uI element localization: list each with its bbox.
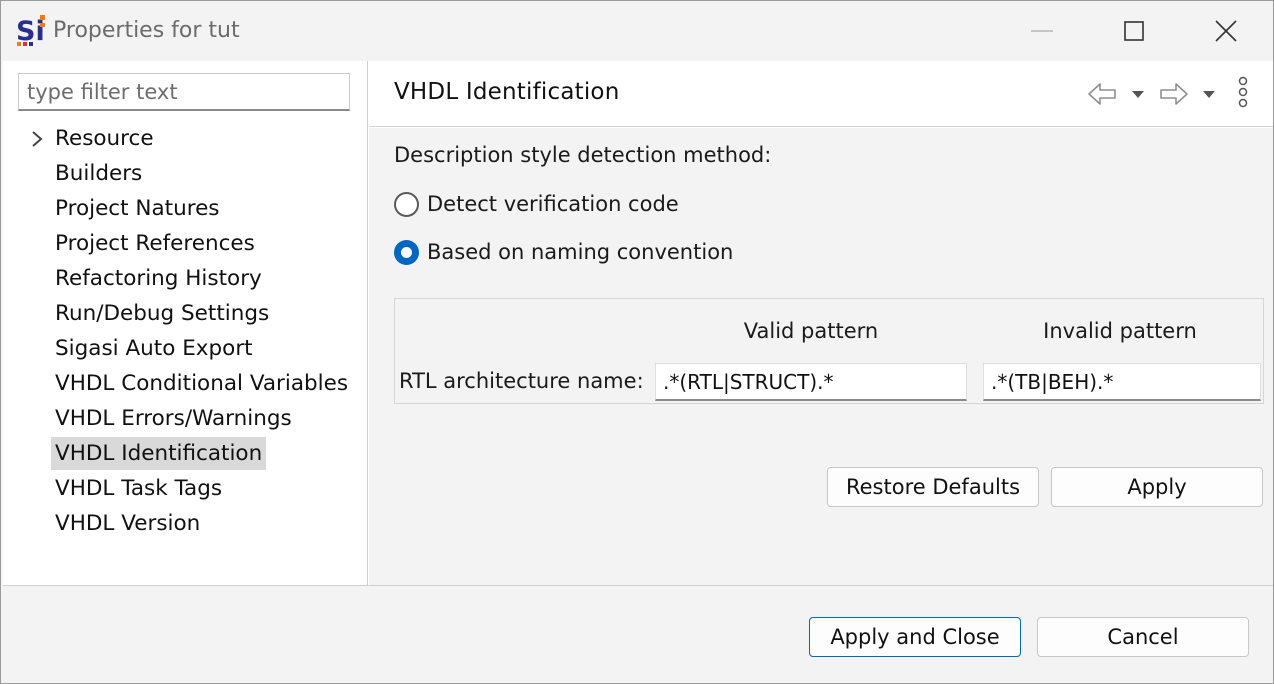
window-title: Properties for tut [53, 18, 240, 43]
cancel-button[interactable]: Cancel [1037, 617, 1249, 657]
close-button[interactable] [1203, 9, 1249, 53]
back-history-dropdown[interactable] [1131, 77, 1145, 111]
tree-item-vhdl-errors-warnings[interactable]: VHDL Errors/Warnings [51, 402, 296, 435]
chevron-down-icon [1132, 91, 1144, 98]
properties-dialog: Si Properties for tut Resource [0, 0, 1274, 684]
rtl-architecture-label: RTL architecture name: [399, 369, 644, 393]
tree-item-vhdl-identification[interactable]: VHDL Identification [51, 437, 267, 470]
radio-naming-convention[interactable]: Based on naming convention [394, 237, 733, 267]
filter-input[interactable] [18, 73, 350, 111]
tree-item-sigasi-auto-export[interactable]: Sigasi Auto Export [51, 332, 257, 365]
tree-item-project-references[interactable]: Project References [51, 227, 259, 260]
forward-history-dropdown[interactable] [1202, 77, 1216, 111]
maximize-button[interactable] [1111, 9, 1157, 53]
apply-and-close-button[interactable]: Apply and Close [809, 617, 1021, 657]
tree-item-vhdl-version[interactable]: VHDL Version [51, 507, 204, 540]
restore-defaults-button[interactable]: Restore Defaults [827, 467, 1039, 507]
forward-button[interactable] [1159, 77, 1189, 111]
apply-button[interactable]: Apply [1051, 467, 1263, 507]
page-menu-button[interactable] [1237, 75, 1249, 109]
radio-detect-verification[interactable]: Detect verification code [394, 189, 679, 219]
valid-pattern-input[interactable] [655, 363, 967, 401]
property-page: VHDL Identification Description style de… [369, 61, 1273, 585]
page-body: Description style detection method: Dete… [369, 128, 1273, 585]
tree-item-refactoring-history[interactable]: Refactoring History [51, 262, 266, 295]
tree-item-vhdl-conditional-variables[interactable]: VHDL Conditional Variables [51, 367, 352, 400]
tree-item-run-debug-settings[interactable]: Run/Debug Settings [51, 297, 273, 330]
detection-method-label: Description style detection method: [394, 143, 772, 167]
more-vertical-icon [1238, 76, 1248, 108]
dialog-footer: Apply and Close Cancel [3, 585, 1273, 683]
sigasi-logo-icon: Si [16, 15, 45, 47]
radio-label: Based on naming convention [427, 240, 734, 264]
minimize-button[interactable] [1019, 9, 1065, 53]
radio-button-unchecked[interactable] [394, 191, 419, 217]
back-arrow-icon [1088, 83, 1116, 105]
tree-item-resource[interactable]: Resource [51, 122, 158, 155]
title-bar: Si Properties for tut [1, 1, 1273, 61]
page-header: VHDL Identification [369, 61, 1273, 127]
page-title: VHDL Identification [394, 79, 620, 105]
maximize-icon [1124, 21, 1144, 41]
invalid-pattern-header: Invalid pattern [1043, 319, 1197, 343]
pattern-group: Valid pattern Invalid pattern RTL archit… [394, 298, 1264, 404]
back-button[interactable] [1087, 77, 1117, 111]
radio-label: Detect verification code [427, 192, 679, 216]
tree-item-vhdl-task-tags[interactable]: VHDL Task Tags [51, 472, 226, 505]
tree-item-builders[interactable]: Builders [51, 157, 146, 190]
chevron-down-icon [1203, 91, 1215, 98]
invalid-pattern-input[interactable] [983, 363, 1261, 401]
minimize-icon [1031, 30, 1053, 32]
tree-item-project-natures[interactable]: Project Natures [51, 192, 224, 225]
close-icon [1215, 20, 1237, 42]
forward-arrow-icon [1160, 83, 1188, 105]
dialog-content: Resource Builders Project Natures Projec… [3, 61, 1273, 585]
navigation-pane: Resource Builders Project Natures Projec… [3, 61, 368, 585]
radio-button-checked[interactable] [394, 239, 419, 265]
valid-pattern-header: Valid pattern [743, 319, 879, 343]
chevron-right-icon[interactable] [31, 122, 47, 155]
